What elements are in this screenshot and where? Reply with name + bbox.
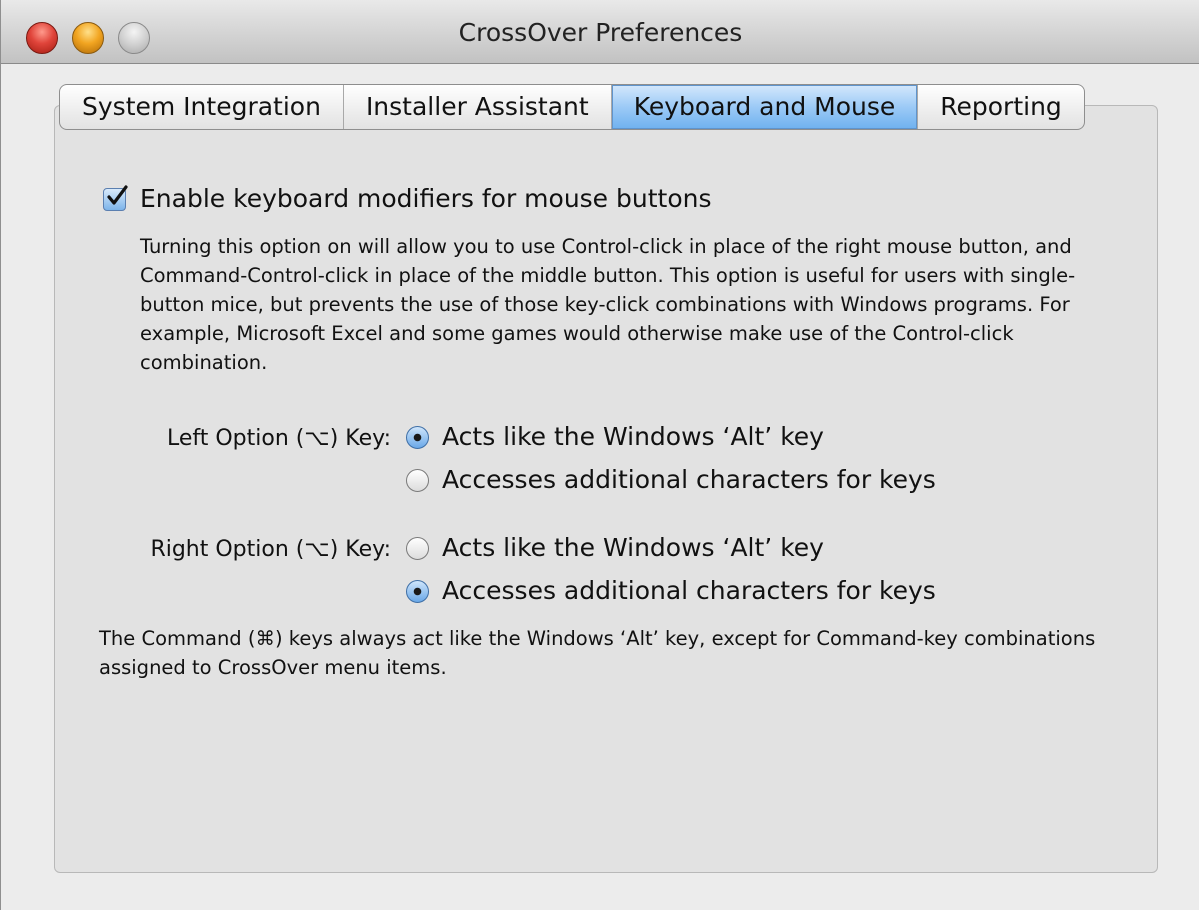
checkmark-icon bbox=[107, 185, 128, 205]
command-key-note: The Command (⌘) keys always act like the… bbox=[99, 627, 1096, 679]
tab-installer-assistant[interactable]: Installer Assistant bbox=[344, 85, 612, 129]
right-option-characters-label[interactable]: Accesses additional characters for keys bbox=[442, 576, 936, 605]
tab-bar: System Integration Installer Assistant K… bbox=[59, 84, 1085, 130]
right-option-characters-radio[interactable] bbox=[406, 580, 429, 603]
window-title: CrossOver Preferences bbox=[458, 18, 743, 47]
left-option-characters-radio[interactable] bbox=[406, 469, 429, 492]
tab-keyboard-and-mouse[interactable]: Keyboard and Mouse bbox=[611, 85, 919, 129]
tab-reporting[interactable]: Reporting bbox=[918, 85, 1084, 129]
left-option-key-label: Left Option (⌥) Key: bbox=[166, 426, 391, 451]
right-option-alt-label[interactable]: Acts like the Windows ‘Alt’ key bbox=[442, 533, 824, 562]
title-bar[interactable]: CrossOver Preferences bbox=[1, 0, 1199, 64]
modifiers-description: Turning this option on will allow you to… bbox=[140, 235, 1076, 374]
right-option-alt-radio[interactable] bbox=[406, 537, 429, 560]
left-option-characters-label[interactable]: Accesses additional characters for keys bbox=[442, 465, 936, 494]
left-option-alt-radio[interactable] bbox=[406, 426, 429, 449]
tab-system-integration[interactable]: System Integration bbox=[60, 85, 344, 129]
enable-modifiers-label[interactable]: Enable keyboard modifiers for mouse butt… bbox=[140, 184, 712, 213]
right-option-key-label: Right Option (⌥) Key: bbox=[150, 537, 391, 562]
left-option-alt-label[interactable]: Acts like the Windows ‘Alt’ key bbox=[442, 422, 824, 451]
preferences-window: CrossOver Preferences System Integration… bbox=[0, 0, 1199, 910]
enable-modifiers-checkbox[interactable] bbox=[103, 185, 128, 211]
